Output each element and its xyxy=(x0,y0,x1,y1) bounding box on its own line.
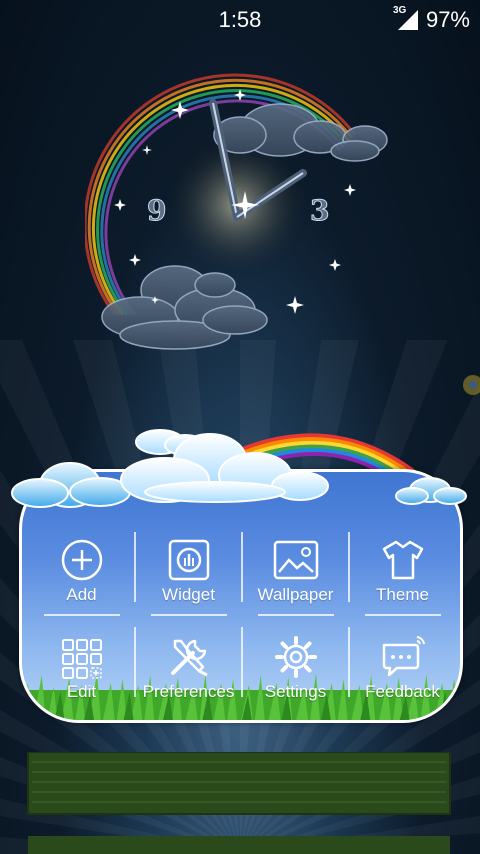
dock-grass-platform-lower xyxy=(28,836,450,854)
theme-shirt-icon xyxy=(382,540,423,580)
add-circle-icon xyxy=(61,539,102,581)
menu-item-label: Theme xyxy=(376,585,429,604)
clock-numeral-3: 3 xyxy=(310,194,329,227)
menu-item-label: Feedback xyxy=(365,682,440,701)
widget-icon xyxy=(168,539,209,581)
menu-item-label: Edit xyxy=(66,682,97,701)
battery-percentage: 97% xyxy=(425,7,470,32)
menu-item-feedback[interactable]: Feedback xyxy=(349,619,456,715)
menu-item-widget[interactable]: Widget xyxy=(135,522,242,618)
menu-item-label: Settings xyxy=(264,682,327,701)
edit-grid-icon xyxy=(61,639,102,679)
menu-item-label: Wallpaper xyxy=(257,585,334,604)
menu-top-clouds xyxy=(11,429,467,508)
wallpaper-icon xyxy=(273,540,318,580)
menu-item-edit[interactable]: Edit xyxy=(28,619,135,715)
menu-item-label: Widget xyxy=(162,585,215,604)
preferences-tools-icon xyxy=(170,639,208,677)
settings-gear-icon xyxy=(274,636,317,678)
signal-strength-icon xyxy=(398,10,418,30)
dock-grass-platform xyxy=(27,752,451,815)
menu-item-label: Add xyxy=(66,585,97,604)
status-bar: 1:58 3G 97% xyxy=(0,0,480,40)
menu-item-add[interactable]: Add xyxy=(28,522,135,618)
feedback-bubble-icon xyxy=(382,636,425,677)
partial-flower-icon xyxy=(463,375,480,395)
menu-item-wallpaper[interactable]: Wallpaper xyxy=(242,522,349,618)
menu-item-label: Preferences xyxy=(142,682,235,701)
clock-numeral-9: 9 xyxy=(147,194,166,227)
clock-cloud-top xyxy=(213,103,388,162)
menu-item-preferences[interactable]: Preferences xyxy=(135,619,242,715)
menu-item-settings[interactable]: Settings xyxy=(242,619,349,715)
menu-item-theme[interactable]: Theme xyxy=(349,522,456,618)
rainbow-clock-widget[interactable]: 9 3 xyxy=(85,55,405,375)
